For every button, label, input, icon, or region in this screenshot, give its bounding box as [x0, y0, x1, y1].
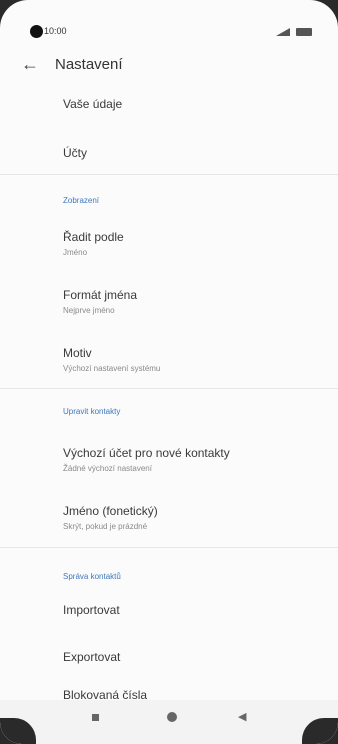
accounts-item[interactable]: Účty — [63, 146, 323, 160]
home-icon[interactable] — [167, 712, 177, 722]
divider — [0, 547, 338, 548]
accounts-label: Účty — [63, 146, 87, 160]
status-time: 10:00 — [44, 26, 67, 36]
navigation-bar: ◀ — [0, 700, 338, 744]
name-format-value: Nejprve jméno — [63, 306, 115, 315]
phonetic-name-value: Skrýt, pokud je prázdné — [63, 522, 148, 531]
battery-icon — [296, 28, 312, 36]
theme-value: Výchozí nastavení systému — [63, 364, 161, 373]
status-bar: 10:00 — [0, 22, 338, 44]
sort-by-item[interactable]: Řadit podle Jméno — [63, 230, 323, 257]
import-label: Importovat — [63, 603, 120, 617]
phonetic-name-item[interactable]: Jméno (fonetický) Skrýt, pokud je prázdn… — [63, 504, 323, 531]
default-account-value: Žádné výchozí nastavení — [63, 464, 152, 473]
theme-label: Motiv — [63, 346, 92, 360]
back-arrow-icon[interactable]: ← — [18, 52, 42, 76]
name-format-label: Formát jména — [63, 288, 138, 302]
nav-back-icon[interactable]: ◀ — [238, 710, 246, 723]
export-item[interactable]: Exportovat — [63, 650, 323, 664]
page-title: Nastavení — [55, 56, 123, 73]
section-header-display: Zobrazení — [63, 196, 100, 205]
section-header-edit: Upravit kontakty — [63, 407, 121, 416]
camera-cutout — [30, 25, 43, 38]
name-format-item[interactable]: Formát jména Nejprve jméno — [63, 288, 323, 315]
default-account-item[interactable]: Výchozí účet pro nové kontakty Žádné výc… — [63, 446, 323, 473]
divider — [0, 174, 338, 175]
divider — [0, 388, 338, 389]
screen: 10:00 ← Nastavení Vaše údaje Účty Zobraz… — [0, 0, 338, 744]
sort-by-label: Řadit podle — [63, 230, 124, 244]
signal-icon — [276, 28, 290, 36]
sort-by-value: Jméno — [63, 248, 88, 257]
theme-item[interactable]: Motiv Výchozí nastavení systému — [63, 346, 323, 373]
your-info-item[interactable]: Vaše údaje — [63, 97, 323, 111]
section-header-manage: Správa kontaktů — [63, 572, 121, 581]
your-info-label: Vaše údaje — [63, 97, 123, 111]
export-label: Exportovat — [63, 650, 121, 664]
recents-icon[interactable] — [92, 714, 99, 721]
app-bar: ← Nastavení — [0, 48, 338, 80]
phonetic-name-label: Jméno (fonetický) — [63, 504, 158, 518]
default-account-label: Výchozí účet pro nové kontakty — [63, 446, 230, 460]
import-item[interactable]: Importovat — [63, 603, 323, 617]
